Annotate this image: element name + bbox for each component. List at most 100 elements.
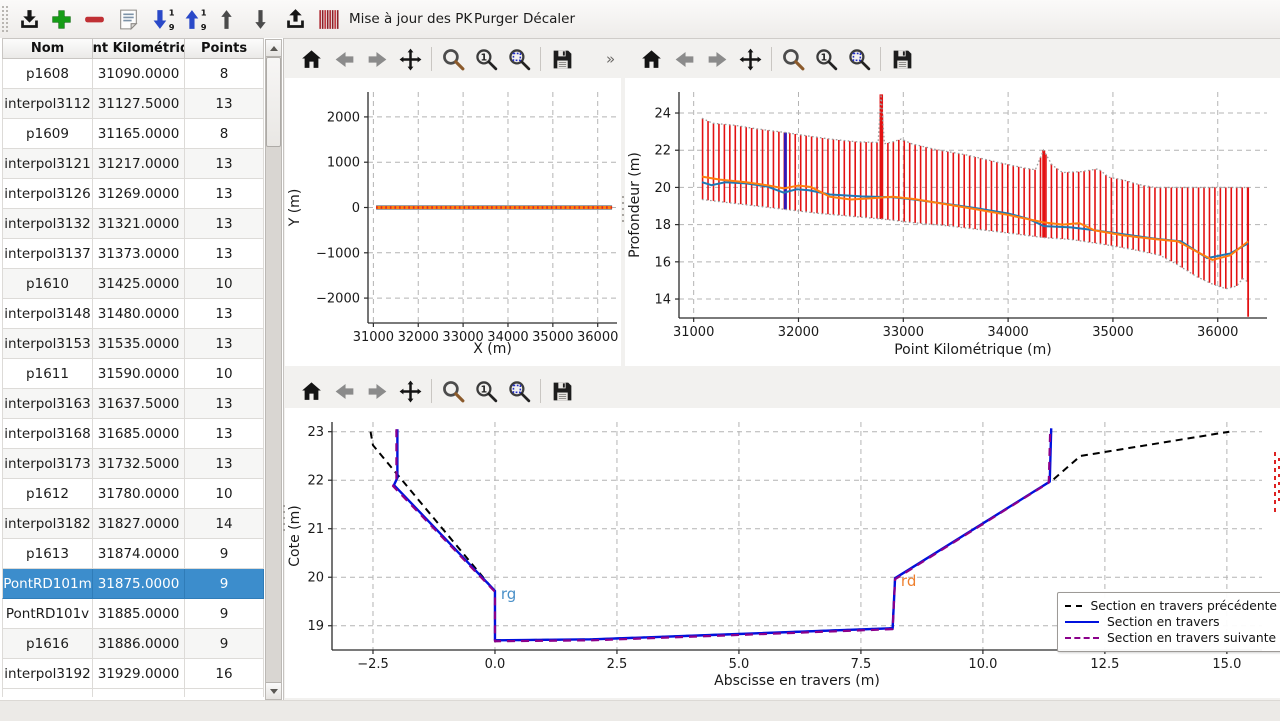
cell-nom[interactable]: PontRD101v: [2, 599, 93, 629]
cell-nom[interactable]: p1611: [2, 359, 93, 389]
cell-nom[interactable]: interpol3132: [2, 209, 93, 239]
cell-nom[interactable]: p1616: [2, 629, 93, 659]
cell-pk[interactable]: 31637.5000: [93, 389, 185, 419]
cell-points[interactable]: 10: [185, 479, 264, 509]
table-row[interactable]: interpol311231127.500013: [2, 89, 264, 119]
remove-icon[interactable]: [81, 6, 107, 32]
cell-points[interactable]: 8: [185, 119, 264, 149]
cell-points[interactable]: 13: [185, 389, 264, 419]
cell-nom[interactable]: p1610: [2, 269, 93, 299]
scroll-up-button[interactable]: [266, 40, 281, 57]
table-row[interactable]: PontRD101v31885.00009: [2, 599, 264, 629]
zoom-icon[interactable]: [438, 44, 468, 74]
zoom-selection-icon[interactable]: [504, 376, 534, 406]
cell-points[interactable]: 9: [185, 599, 264, 629]
cell-pk[interactable]: 31165.0000: [93, 119, 185, 149]
cell-pk[interactable]: 31535.0000: [93, 329, 185, 359]
table-row[interactable]: p161131590.000010: [2, 359, 264, 389]
shift-button[interactable]: Décaler: [519, 0, 579, 38]
cell-points[interactable]: 10: [185, 359, 264, 389]
cell-pk[interactable]: 31875.0000: [93, 569, 185, 599]
forward-icon[interactable]: [362, 44, 392, 74]
vertical-splitter-handle[interactable]: [621, 196, 625, 222]
home-icon[interactable]: [296, 376, 326, 406]
document-icon[interactable]: [115, 6, 141, 32]
toolbar-overflow-button[interactable]: »: [580, 50, 615, 68]
toolbar-grip[interactable]: [2, 6, 9, 32]
table-row[interactable]: interpol319231929.000016: [2, 659, 264, 689]
save-icon[interactable]: [887, 44, 917, 74]
cell-pk[interactable]: 31929.0000: [93, 659, 185, 689]
cell-nom[interactable]: p1613: [2, 539, 93, 569]
cell-points[interactable]: 8: [185, 59, 264, 89]
table-row[interactable]: interpol315331535.000013: [2, 329, 264, 359]
cell-pk[interactable]: 31885.0000: [93, 599, 185, 629]
table-row[interactable]: interpol313731373.000013: [2, 239, 264, 269]
save-icon[interactable]: [547, 376, 577, 406]
cell-points[interactable]: 13: [185, 179, 264, 209]
cell-pk[interactable]: 31886.0000: [93, 629, 185, 659]
back-icon[interactable]: [669, 44, 699, 74]
table-row[interactable]: p160831090.00008: [2, 59, 264, 89]
scroll-down-button[interactable]: [266, 682, 281, 699]
table-row[interactable]: PontRD101m31875.00009: [2, 569, 264, 599]
cell-pk[interactable]: 31827.0000: [93, 509, 185, 539]
panel-splitter-handle[interactable]: [282, 505, 286, 531]
cell-pk[interactable]: 31780.0000: [93, 479, 185, 509]
cell-pk[interactable]: 31590.0000: [93, 359, 185, 389]
zoom-selection-icon[interactable]: [844, 44, 874, 74]
scrollbar-thumb[interactable]: [266, 57, 281, 147]
cell-nom[interactable]: p1609: [2, 119, 93, 149]
cell-points[interactable]: 10: [185, 269, 264, 299]
cell-points[interactable]: 13: [185, 89, 264, 119]
back-icon[interactable]: [329, 44, 359, 74]
forward-icon[interactable]: [702, 44, 732, 74]
cell-points[interactable]: 14: [185, 509, 264, 539]
cell-pk[interactable]: 31480.0000: [93, 299, 185, 329]
add-icon[interactable]: [48, 6, 74, 32]
pan-icon[interactable]: [395, 44, 425, 74]
cell-points[interactable]: 13: [185, 209, 264, 239]
move-down-icon[interactable]: [247, 6, 273, 32]
column-header-nom[interactable]: Nom: [2, 38, 93, 59]
cell-points[interactable]: 13: [185, 329, 264, 359]
cell-nom[interactable]: interpol3137: [2, 239, 93, 269]
cell-points[interactable]: 13: [185, 299, 264, 329]
table-row[interactable]: interpol316331637.500013: [2, 389, 264, 419]
zoom-icon[interactable]: [778, 44, 808, 74]
cell-points[interactable]: 9: [185, 629, 264, 659]
section-plot-canvas[interactable]: rgrd−2.50.02.55.07.510.012.515.019202122…: [285, 408, 1280, 698]
cell-nom[interactable]: interpol3112: [2, 89, 93, 119]
cell-pk[interactable]: 31373.0000: [93, 239, 185, 269]
zoom-icon[interactable]: [438, 376, 468, 406]
cell-nom[interactable]: interpol3153: [2, 329, 93, 359]
zoom-one-icon[interactable]: [811, 44, 841, 74]
table-row[interactable]: p161631886.00009: [2, 629, 264, 659]
save-icon[interactable]: [547, 44, 577, 74]
cell-points[interactable]: 13: [185, 149, 264, 179]
column-header-point-kilometrique[interactable]: Point Kilométrique: [93, 38, 185, 59]
cell-pk[interactable]: 31425.0000: [93, 269, 185, 299]
table-row[interactable]: interpol312631269.000013: [2, 179, 264, 209]
cell-pk[interactable]: 31269.0000: [93, 179, 185, 209]
cell-nom[interactable]: interpol3163: [2, 389, 93, 419]
purge-button[interactable]: Purger: [470, 0, 522, 38]
export-icon[interactable]: [282, 6, 308, 32]
cell-pk[interactable]: 31685.0000: [93, 419, 185, 449]
update-pk-button[interactable]: Mise à jour des PK: [345, 0, 476, 38]
table-row[interactable]: interpol317331732.500013: [2, 449, 264, 479]
plan-plot-canvas[interactable]: 310003200033000340003500036000−2000−1000…: [285, 78, 621, 366]
table-row[interactable]: interpol318231827.000014: [2, 509, 264, 539]
cell-points[interactable]: 13: [185, 239, 264, 269]
cell-pk[interactable]: 31321.0000: [93, 209, 185, 239]
cell-pk[interactable]: 31217.0000: [93, 149, 185, 179]
table-row[interactable]: p161231780.000010: [2, 479, 264, 509]
zoom-one-icon[interactable]: [471, 376, 501, 406]
cell-nom[interactable]: p1608: [2, 59, 93, 89]
table-row[interactable]: interpol312131217.000013: [2, 149, 264, 179]
move-up-icon[interactable]: [213, 6, 239, 32]
cell-points[interactable]: 16: [185, 659, 264, 689]
cell-nom[interactable]: PontRD101m: [2, 569, 93, 599]
column-header-points[interactable]: Points: [185, 38, 264, 59]
table-row[interactable]: interpol313231321.000013: [2, 209, 264, 239]
